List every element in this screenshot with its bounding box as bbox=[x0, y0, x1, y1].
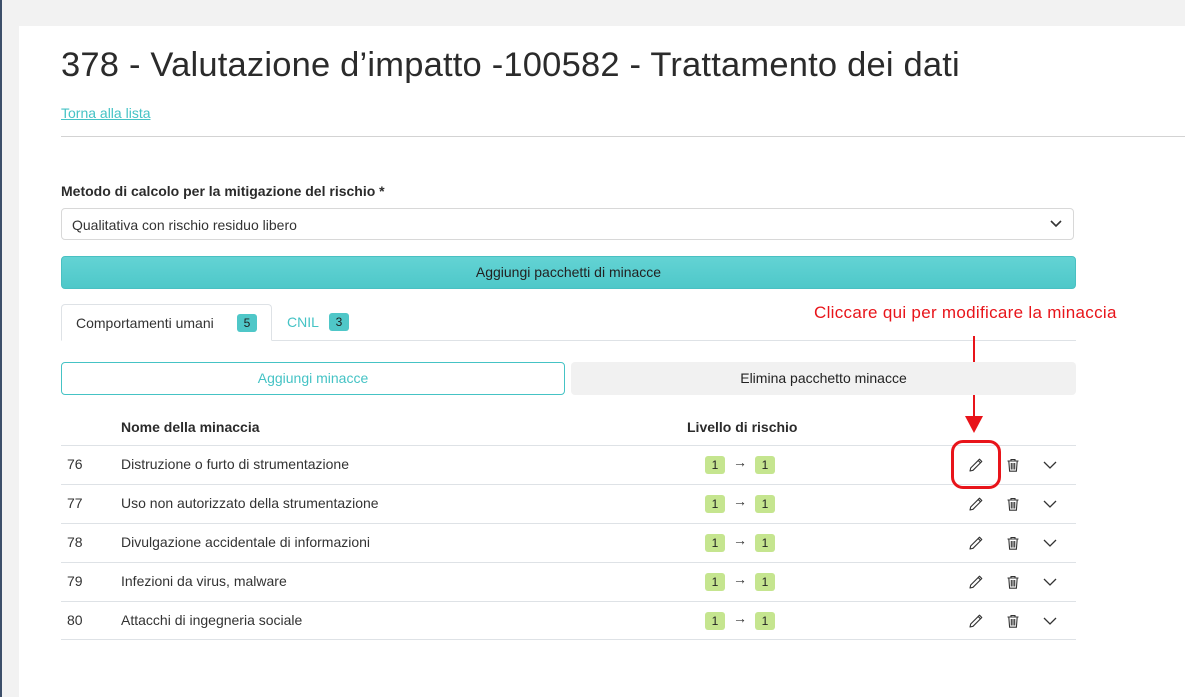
risk-level-initial: 1 bbox=[705, 612, 725, 630]
pencil-icon[interactable] bbox=[968, 574, 984, 590]
annotation-highlight-box bbox=[951, 440, 1001, 489]
main-card: 378 - Valutazione d’impatto -100582 - Tr… bbox=[19, 26, 1185, 697]
threat-id: 78 bbox=[67, 534, 83, 550]
add-threat-packages-button[interactable]: Aggiungi pacchetti di minacce bbox=[61, 256, 1076, 289]
threat-id: 80 bbox=[67, 612, 83, 628]
arrow-right-icon: → bbox=[733, 454, 747, 470]
threat-name: Infezioni da virus, malware bbox=[121, 573, 287, 589]
column-header-risk: Livello di rischio bbox=[687, 419, 798, 435]
arrow-right-icon: → bbox=[733, 610, 747, 626]
threat-name: Divulgazione accidentale di informazioni bbox=[121, 534, 371, 550]
chevron-down-icon[interactable] bbox=[1042, 574, 1058, 590]
left-edge-bar bbox=[0, 0, 2, 697]
chevron-down-icon[interactable] bbox=[1042, 535, 1058, 551]
threat-id: 79 bbox=[67, 573, 83, 589]
trash-icon[interactable] bbox=[1005, 457, 1021, 473]
back-to-list-link[interactable]: Torna alla lista bbox=[61, 105, 151, 121]
risk-level-residual: 1 bbox=[755, 534, 775, 552]
tab-label: Comportamenti umani bbox=[76, 315, 214, 331]
tab-label: CNIL bbox=[287, 314, 319, 330]
trash-icon[interactable] bbox=[1005, 574, 1021, 590]
pencil-icon[interactable] bbox=[968, 535, 984, 551]
table-row: 77 Uso non autorizzato della strumentazi… bbox=[61, 484, 1076, 523]
risk-level-initial: 1 bbox=[705, 573, 725, 591]
trash-icon[interactable] bbox=[1005, 613, 1021, 629]
risk-level-initial: 1 bbox=[705, 495, 725, 513]
table-row: 78 Divulgazione accidentale di informazi… bbox=[61, 523, 1076, 562]
table-row: 80 Attacchi di ingegneria sociale 1 → 1 bbox=[61, 601, 1076, 640]
threat-id: 77 bbox=[67, 495, 83, 511]
column-header-name: Nome della minaccia bbox=[121, 419, 260, 435]
table-row: 79 Infezioni da virus, malware 1 → 1 bbox=[61, 562, 1076, 601]
trash-icon[interactable] bbox=[1005, 535, 1021, 551]
chevron-down-icon[interactable] bbox=[1042, 457, 1058, 473]
arrow-right-icon: → bbox=[733, 493, 747, 509]
risk-level-residual: 1 bbox=[755, 456, 775, 474]
trash-icon[interactable] bbox=[1005, 496, 1021, 512]
chevron-down-icon[interactable] bbox=[1042, 613, 1058, 629]
chevron-down-icon[interactable] bbox=[1042, 496, 1058, 512]
tab-comportamenti-umani[interactable]: Comportamenti umani 5 bbox=[61, 304, 272, 341]
threat-name: Attacchi di ingegneria sociale bbox=[121, 612, 303, 628]
pencil-icon[interactable] bbox=[968, 613, 984, 629]
page-title: 378 - Valutazione d’impatto -100582 - Tr… bbox=[61, 46, 960, 84]
risk-level-residual: 1 bbox=[755, 495, 775, 513]
chevron-down-icon bbox=[1050, 220, 1062, 228]
threat-name: Distruzione o furto di strumentazione bbox=[121, 456, 349, 472]
threat-name: Uso non autorizzato della strumentazione bbox=[121, 495, 379, 511]
annotation-text: Cliccare qui per modificare la minaccia bbox=[814, 303, 1117, 322]
delete-threat-package-button[interactable]: Elimina pacchetto minacce bbox=[571, 362, 1076, 395]
threat-id: 76 bbox=[67, 456, 83, 472]
method-select-value: Qualitativa con rischio residuo libero bbox=[72, 217, 297, 233]
tab-count-badge: 3 bbox=[329, 313, 349, 331]
divider bbox=[61, 136, 1185, 137]
method-select[interactable]: Qualitativa con rischio residuo libero bbox=[61, 208, 1074, 240]
risk-level-residual: 1 bbox=[755, 612, 775, 630]
risk-level-initial: 1 bbox=[705, 534, 725, 552]
tab-count-badge: 5 bbox=[237, 314, 257, 332]
add-threats-button[interactable]: Aggiungi minacce bbox=[61, 362, 565, 395]
pencil-icon[interactable] bbox=[968, 496, 984, 512]
table-row: 76 Distruzione o furto di strumentazione… bbox=[61, 445, 1076, 484]
risk-level-initial: 1 bbox=[705, 456, 725, 474]
risk-level-residual: 1 bbox=[755, 573, 775, 591]
arrow-right-icon: → bbox=[733, 571, 747, 587]
method-label: Metodo di calcolo per la mitigazione del… bbox=[61, 183, 385, 199]
arrow-right-icon: → bbox=[733, 532, 747, 548]
